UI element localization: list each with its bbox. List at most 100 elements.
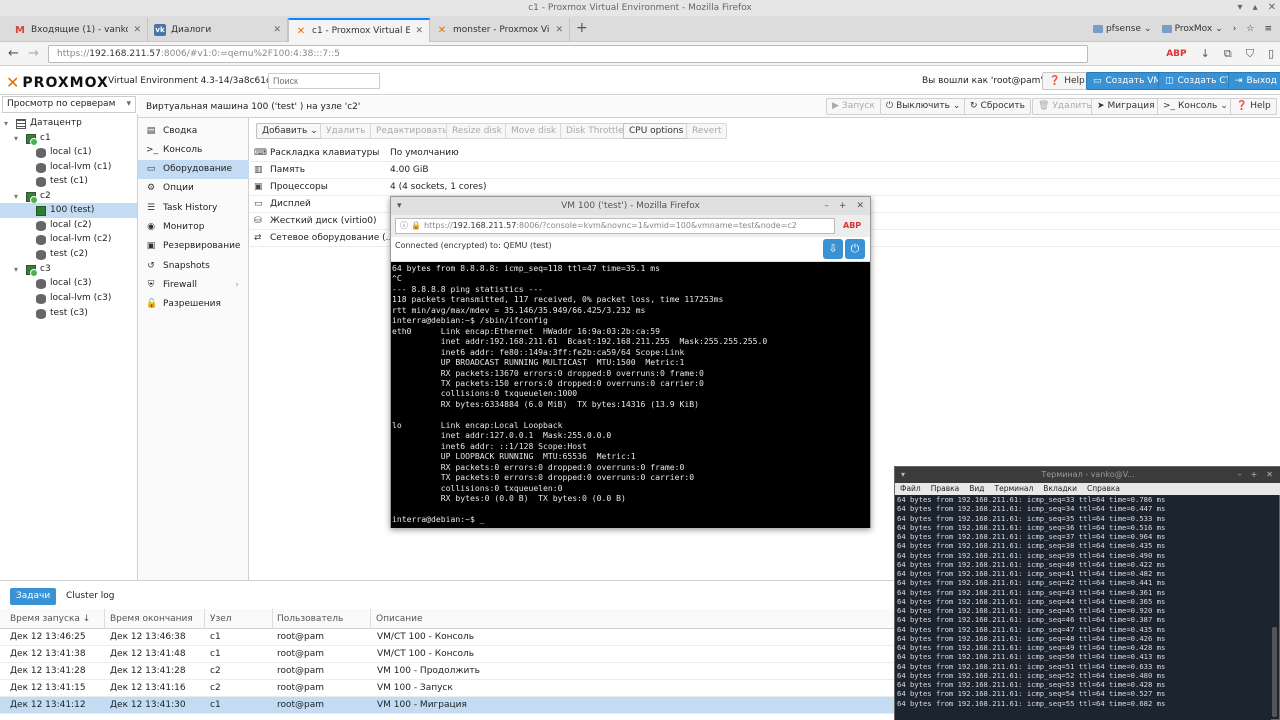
collapse-icon[interactable]: ▾	[4, 116, 12, 131]
power-button[interactable]: ⏻	[845, 239, 865, 259]
tab-cluster-log[interactable]: Cluster log	[60, 588, 121, 605]
menu-help[interactable]: Справка	[1087, 483, 1120, 495]
maximize-icon[interactable]: ▴	[1253, 0, 1258, 16]
menu-item-console[interactable]: >_ Консоль	[138, 141, 249, 160]
url-bar[interactable]: https://192.168.211.57:8006/#v1:0:=qemu%…	[48, 45, 1088, 63]
remove-hw-button[interactable]: Удалить	[320, 123, 372, 139]
cpu-options-button[interactable]: CPU options	[623, 123, 690, 139]
window-menu-icon[interactable]: ▾	[901, 467, 905, 483]
help-button[interactable]: ❓ Help	[1230, 98, 1277, 115]
browser-tab-proxmox-c1[interactable]: ✕ c1 - Proxmox Virtual Envi ✕	[288, 18, 430, 42]
minimize-icon[interactable]: ▾	[1238, 0, 1243, 16]
download-icon[interactable]: ↓	[1201, 45, 1210, 63]
tab-close-icon[interactable]: ✕	[273, 25, 281, 35]
tree-item-node-c1[interactable]: ▾ c1	[14, 131, 136, 146]
tree-item-vm-100[interactable]: 100 (test)	[0, 203, 137, 218]
bookmark-folder-proxmox[interactable]: ProxMox ⌄	[1161, 24, 1223, 34]
menu-item-backup[interactable]: ▣ Резервирование	[138, 237, 249, 256]
help-button[interactable]: ❓ Help	[1042, 72, 1092, 90]
tree-item-storage[interactable]: local-lvm (c2)	[36, 232, 136, 247]
sidebar-icon[interactable]: ▯	[1268, 45, 1274, 63]
back-icon[interactable]: ←	[8, 45, 19, 63]
minimize-icon[interactable]: –	[1238, 467, 1242, 483]
close-icon[interactable]: ✕	[1266, 467, 1273, 483]
info-icon[interactable]: ⓘ	[400, 219, 408, 233]
minimize-icon[interactable]: –	[824, 197, 829, 215]
menu-item-options[interactable]: ⚙ Опции	[138, 179, 249, 198]
logout-button[interactable]: ⇥ Выход	[1228, 72, 1280, 90]
maximize-icon[interactable]: +	[1251, 467, 1258, 483]
menu-item-permissions[interactable]: 🔓 Разрешения	[138, 295, 249, 314]
new-tab-button[interactable]: +	[576, 20, 588, 36]
tree-item-storage[interactable]: test (c2)	[36, 247, 136, 262]
menu-item-snapshots[interactable]: ↺ Snapshots	[138, 257, 249, 276]
hardware-row[interactable]: ▥ Память 4.00 GiB	[250, 162, 1280, 179]
terminal-scrollbar[interactable]	[1272, 627, 1277, 717]
window-menu-icon[interactable]: ▾	[397, 197, 402, 215]
bookmark-folder-pfsense[interactable]: pfsense ⌄	[1092, 24, 1152, 34]
column-header[interactable]: Время запуска ↓	[10, 609, 90, 629]
column-header[interactable]: Описание	[376, 609, 423, 629]
migrate-button[interactable]: ➤ Миграция	[1091, 98, 1161, 115]
hardware-row[interactable]: ▣ Процессоры 4 (4 sockets, 1 cores)	[250, 179, 1280, 196]
column-header[interactable]: Пользователь	[277, 609, 343, 629]
menu-item-hardware[interactable]: ▭ Оборудование	[138, 160, 249, 179]
disk-throttle-button[interactable]: Disk Throttle	[560, 123, 630, 139]
more-bookmarks-icon[interactable]: ›	[1233, 24, 1237, 34]
maximize-icon[interactable]: +	[839, 197, 847, 215]
menu-view[interactable]: Вид	[969, 483, 984, 495]
browser-tab-vk[interactable]: vk Диалоги ✕	[148, 18, 288, 42]
tree-item-storage[interactable]: test (c3)	[36, 306, 136, 321]
vnc-screen[interactable]: 64 bytes from 8.8.8.8: icmp_seq=118 ttl=…	[391, 262, 870, 528]
collapse-icon[interactable]: ▾	[14, 131, 22, 146]
collapse-icon[interactable]: ▾	[14, 262, 22, 277]
edit-button[interactable]: Редактировать	[370, 123, 454, 139]
view-select[interactable]: Просмотр по серверам ▾	[2, 96, 136, 113]
tree-item-storage[interactable]: local-lvm (c1)	[36, 160, 136, 175]
hardware-row[interactable]: ⌨ Раскладка клавиатуры По умолчанию	[250, 145, 1280, 162]
menu-tabs[interactable]: Вкладки	[1043, 483, 1077, 495]
tab-tasks[interactable]: Задачи	[10, 588, 57, 605]
browser-tab-gmail[interactable]: M Входящие (1) - vankosa ✕	[8, 18, 148, 42]
send-keys-button[interactable]: ⇩	[823, 239, 843, 259]
resize-disk-button[interactable]: Resize disk	[446, 123, 508, 139]
move-disk-button[interactable]: Move disk	[505, 123, 563, 139]
tree-item-node-c3[interactable]: ▾ c3	[14, 262, 136, 277]
shutdown-button[interactable]: ⏻ Выключить ⌄	[880, 98, 967, 115]
remove-button[interactable]: 🗑 Удалить	[1032, 98, 1098, 115]
menu-item-monitor[interactable]: ◉ Монитор	[138, 218, 249, 237]
terminal-body[interactable]: 64 bytes from 192.168.211.61: icmp_seq=3…	[895, 495, 1271, 720]
star-icon[interactable]: ☆	[1246, 24, 1254, 34]
tree-item-storage[interactable]: test (c1)	[36, 174, 136, 189]
tree-item-storage[interactable]: local (c2)	[36, 218, 136, 233]
extension-icon[interactable]: ⧉	[1224, 45, 1232, 63]
reset-button[interactable]: ↻ Сбросить	[964, 98, 1031, 115]
menu-terminal[interactable]: Терминал	[995, 483, 1034, 495]
adblock-icon[interactable]: ABP	[1166, 45, 1186, 63]
collapse-icon[interactable]: ▾	[14, 189, 22, 204]
menu-item-firewall[interactable]: ⛨ Firewall ›	[138, 276, 249, 295]
console-url-bar[interactable]: ⓘ 🔒 https://192.168.211.57:8006/?console…	[395, 218, 835, 234]
tab-close-icon[interactable]: ✕	[555, 25, 563, 35]
start-button[interactable]: ▶ Запуск	[826, 98, 881, 115]
add-button[interactable]: Добавить ⌄	[256, 123, 324, 139]
search-input[interactable]	[268, 73, 380, 89]
close-icon[interactable]: ✕	[856, 197, 864, 215]
create-ct-button[interactable]: ◫ Создать CT	[1158, 72, 1239, 90]
tree-item-datacenter[interactable]: ▾ Датацентр	[4, 116, 136, 131]
menu-file[interactable]: Файл	[900, 483, 921, 495]
revert-button[interactable]: Revert	[686, 123, 728, 139]
browser-tab-proxmox-monster[interactable]: ✕ monster - Proxmox Virtu ✕	[430, 18, 570, 42]
menu-icon[interactable]: ≡	[1264, 24, 1272, 34]
column-header[interactable]: Время окончания	[110, 609, 193, 629]
pocket-icon[interactable]: ⛉	[1246, 45, 1254, 63]
tree-item-storage[interactable]: local (c3)	[36, 276, 136, 291]
tab-close-icon[interactable]: ✕	[415, 26, 423, 36]
forward-icon[interactable]: →	[28, 45, 39, 63]
column-header[interactable]: Узел	[210, 609, 232, 629]
console-button[interactable]: >_ Консоль ⌄	[1157, 98, 1234, 115]
menu-edit[interactable]: Правка	[931, 483, 960, 495]
close-icon[interactable]: ✕	[1268, 0, 1276, 16]
tree-item-node-c2[interactable]: ▾ c2	[14, 189, 136, 204]
create-vm-button[interactable]: ▭ Создать VM	[1086, 72, 1169, 90]
